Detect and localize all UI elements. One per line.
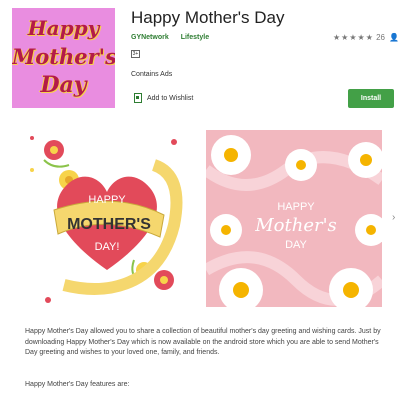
star-icon: ★★★★★ [333, 33, 374, 42]
icon-text-day: Day [40, 72, 87, 98]
shot2-text-happy: HAPPY [277, 201, 315, 213]
developer-link[interactable]: GYNetwork [131, 34, 169, 41]
app-icon: Happy Mother's Day [12, 8, 115, 108]
wishlist-label: Add to Wishlist [147, 94, 194, 102]
app-title: Happy Mother's Day [131, 8, 285, 27]
shot1-text-mothers: MOTHER'S [67, 216, 151, 233]
shot1-text-day: DAY! [95, 241, 120, 253]
description-paragraph: Happy Mother's Day allowed you to share … [25, 328, 381, 356]
category-link[interactable]: Lifestyle [181, 34, 209, 41]
rating: ★★★★★ 26 👤 [333, 33, 399, 42]
shot2-text-mothers: Mother's [254, 215, 337, 236]
person-icon: 👤 [389, 33, 400, 42]
screenshot-2-art: HAPPY Mother's DAY [206, 130, 382, 307]
icon-text-mothers: Mother's [12, 44, 115, 69]
screenshot-2[interactable]: HAPPY Mother's DAY [206, 130, 382, 307]
developer-row: GYNetwork Lifestyle [131, 34, 219, 41]
shot1-text-happy: HAPPY [88, 194, 126, 206]
rating-count: 26 [376, 33, 385, 42]
icon-text-happy: Happy [27, 16, 100, 40]
age-rating-badge: 3+ [131, 50, 140, 58]
bookmark-icon [134, 93, 142, 103]
contains-ads-label: Contains Ads [131, 71, 173, 78]
shot2-text-day: DAY [285, 239, 307, 251]
screenshot-1-art: HAPPY MOTHER'S DAY! [30, 136, 183, 303]
install-button[interactable]: Install [348, 89, 394, 108]
features-heading: Happy Mother's Day features are: [25, 381, 130, 388]
wishlist-button[interactable]: Add to Wishlist [134, 93, 193, 103]
chevron-right-icon[interactable]: › [392, 212, 395, 223]
screenshot-1[interactable]: HAPPY MOTHER'S DAY! [24, 130, 191, 307]
